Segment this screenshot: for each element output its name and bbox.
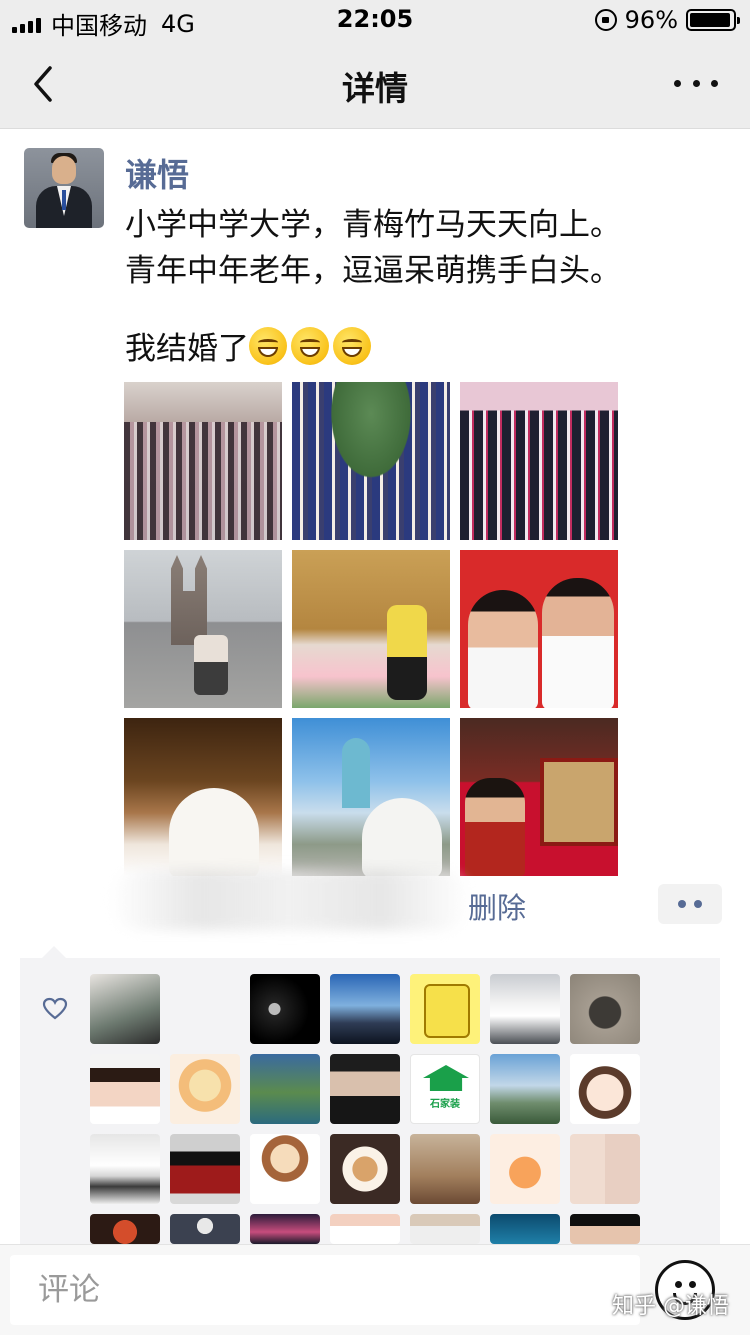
- page-title: 详情: [342, 69, 408, 108]
- liker-avatar[interactable]: [250, 1054, 320, 1124]
- liker-avatar[interactable]: [410, 974, 480, 1044]
- post-text-tail: 我结婚了: [125, 326, 375, 372]
- liker-avatar[interactable]: [90, 1134, 160, 1204]
- status-bar: 中国移动 4G 22:05 96%: [0, 0, 750, 40]
- liker-avatar[interactable]: [490, 974, 560, 1044]
- nav-bar: 详情: [0, 40, 750, 129]
- rotation-lock-icon: [594, 9, 617, 31]
- liker-avatar[interactable]: [570, 974, 640, 1044]
- author-avatar[interactable]: [24, 148, 104, 228]
- liker-avatar[interactable]: [90, 974, 160, 1044]
- author-name[interactable]: 谦悟: [125, 150, 189, 196]
- photo-6[interactable]: [460, 550, 618, 708]
- blurred-timestamp: [110, 870, 470, 930]
- grin-emoji-icon: [291, 327, 329, 365]
- liker-avatar[interactable]: [170, 1214, 240, 1244]
- liker-avatar[interactable]: [90, 1214, 160, 1244]
- liker-avatar[interactable]: [170, 1054, 240, 1124]
- liker-avatar[interactable]: [330, 974, 400, 1044]
- liker-avatar[interactable]: [330, 1214, 400, 1244]
- grin-emoji-icon: [333, 327, 371, 365]
- photo-8[interactable]: [292, 718, 450, 876]
- liker-avatar[interactable]: [410, 1054, 480, 1124]
- liker-avatar[interactable]: [570, 1054, 640, 1124]
- liker-avatar[interactable]: [90, 1054, 160, 1124]
- comment-input[interactable]: 评论: [10, 1255, 640, 1325]
- liker-avatar[interactable]: [570, 1214, 640, 1244]
- more-dots-icon: [674, 79, 681, 87]
- photo-9[interactable]: [460, 718, 618, 876]
- comment-like-menu-button[interactable]: [658, 884, 722, 924]
- liker-avatar[interactable]: [410, 1134, 480, 1204]
- heart-icon: [42, 997, 68, 1020]
- liker-avatar[interactable]: [570, 1134, 640, 1204]
- likes-panel: [20, 946, 720, 1248]
- battery-percent: 96%: [624, 6, 678, 34]
- photo-2[interactable]: [292, 382, 450, 540]
- battery-icon: [686, 9, 740, 31]
- delete-link[interactable]: 删除: [468, 885, 526, 927]
- liker-avatar[interactable]: [330, 1134, 400, 1204]
- photo-4[interactable]: [124, 550, 282, 708]
- liker-avatar[interactable]: [410, 1214, 480, 1244]
- photo-7[interactable]: [124, 718, 282, 876]
- liker-avatar[interactable]: [330, 1054, 400, 1124]
- liker-avatar[interactable]: [170, 974, 240, 1044]
- more-options-button[interactable]: [674, 70, 718, 96]
- post-text: 小学中学大学，青梅竹马天天向上。 青年中年老年，逗逼呆萌携手白头。: [125, 207, 621, 289]
- liker-avatar[interactable]: [250, 1134, 320, 1204]
- liker-avatar[interactable]: [170, 1134, 240, 1204]
- grin-emoji-icon: [249, 327, 287, 365]
- liker-avatar[interactable]: [490, 1214, 560, 1244]
- liker-avatar[interactable]: [250, 974, 320, 1044]
- photo-1[interactable]: [124, 382, 282, 540]
- photo-3[interactable]: [460, 382, 618, 540]
- liker-avatar[interactable]: [490, 1054, 560, 1124]
- post-tail-text: 我结婚了: [125, 331, 249, 367]
- photo-5[interactable]: [292, 550, 450, 708]
- liker-avatar[interactable]: [250, 1214, 320, 1244]
- watermark: 知乎 @谦悟: [612, 1294, 729, 1319]
- liker-avatar[interactable]: [490, 1134, 560, 1204]
